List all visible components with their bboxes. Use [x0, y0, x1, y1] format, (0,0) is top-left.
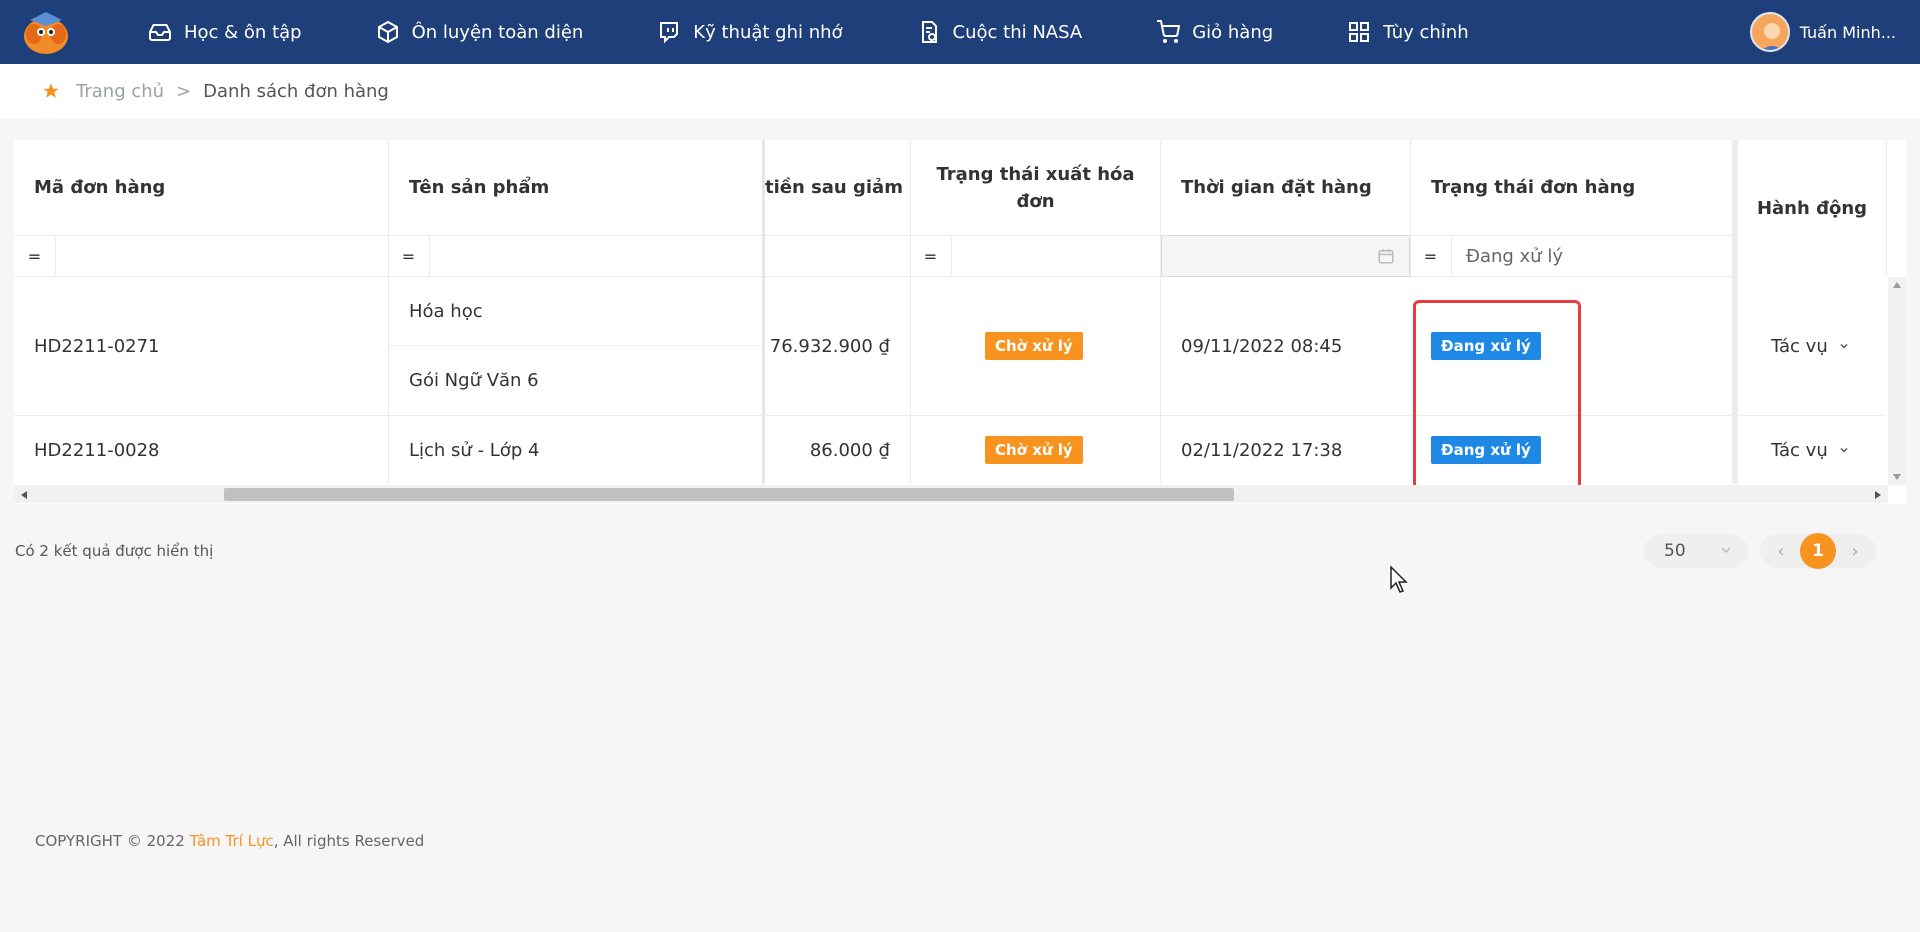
- nav-item-label: Giỏ hàng: [1192, 21, 1274, 43]
- current-page-button[interactable]: 1: [1800, 533, 1836, 569]
- row1-order-time: 09/11/2022 08:45: [1181, 335, 1343, 357]
- scroll-right-icon[interactable]: [1874, 490, 1882, 500]
- action-label: Tác vụ: [1771, 439, 1828, 461]
- header-invoice-status: Trạng thái xuất hóa đơn: [911, 140, 1160, 235]
- logo-icon[interactable]: [20, 8, 72, 56]
- row2-order-time: 02/11/2022 17:38: [1181, 439, 1343, 461]
- footer-copyright: COPYRIGHT © 2022 Tâm Trí Lực, All rights…: [35, 832, 424, 850]
- next-page-button[interactable]: ›: [1840, 536, 1870, 566]
- nav-item-label: Học & ôn tập: [184, 21, 302, 43]
- header-order-time: Thời gian đặt hàng: [1181, 177, 1372, 198]
- row1-product-1: Hóa học: [409, 300, 483, 322]
- mouse-cursor-icon: [1390, 566, 1408, 593]
- nav-item-label: Tùy chỉnh: [1383, 21, 1469, 43]
- grid-icon: [1349, 22, 1370, 42]
- filter-order-time-date[interactable]: [1161, 235, 1410, 277]
- box-icon: [377, 20, 398, 44]
- row1-product-2: Gói Ngữ Văn 6: [409, 369, 539, 391]
- filter-operator[interactable]: =: [1410, 236, 1452, 276]
- nav-item-tuy-chinh[interactable]: Tùy chỉnh: [1347, 20, 1469, 44]
- row1-amount: 76.932.900 ₫: [769, 335, 890, 357]
- row2-order-code: HD2211-0028: [34, 439, 160, 461]
- row2-invoice-status-badge: Chờ xử lý: [985, 436, 1083, 464]
- user-menu[interactable]: Tuấn Minh...: [1749, 12, 1896, 52]
- filter-operator[interactable]: =: [14, 236, 56, 276]
- chevron-down-icon: [1840, 447, 1848, 453]
- document-icon: [921, 21, 937, 43]
- nav-item-label: Kỹ thuật ghi nhớ: [693, 21, 843, 43]
- chevron-down-icon: [1721, 547, 1731, 553]
- page-nav: ‹ 1 ›: [1760, 533, 1876, 569]
- chevron-down-icon: [1840, 343, 1848, 349]
- avatar: [1749, 12, 1790, 52]
- cart-icon: [1157, 20, 1181, 43]
- action-label: Tác vụ: [1771, 335, 1828, 357]
- star-icon: [43, 83, 59, 98]
- row1-action-dropdown[interactable]: Tác vụ: [1771, 277, 1850, 415]
- filter-product: =: [388, 235, 762, 277]
- footer-prefix: COPYRIGHT © 2022: [35, 832, 190, 850]
- orders-table: Mã đơn hàng Tên sản phẩm tiền sau giảm T…: [14, 140, 1906, 504]
- row1-order-code: HD2211-0271: [34, 335, 160, 357]
- page-size-value: 50: [1664, 541, 1686, 561]
- row2-action-dropdown[interactable]: Tác vụ: [1771, 416, 1850, 484]
- col-divider: [388, 140, 389, 484]
- header-invoice-status-line1: Trạng thái xuất hóa: [936, 163, 1135, 185]
- row-divider: [14, 415, 1886, 416]
- user-name: Tuấn Minh...: [1799, 22, 1896, 42]
- footer-brand-link[interactable]: Tâm Trí Lực: [190, 832, 274, 850]
- scroll-left-icon[interactable]: [20, 490, 28, 500]
- row1-invoice-status-badge: Chờ xử lý: [985, 332, 1083, 360]
- pagination: 50 ‹ 1 ›: [1644, 533, 1876, 569]
- header-product: Tên sản phẩm: [409, 177, 550, 198]
- filter-invoice-status: =: [910, 235, 1160, 277]
- page-size-select[interactable]: 50: [1644, 534, 1748, 568]
- col-divider: [1160, 140, 1161, 484]
- nav-item-on-luyen[interactable]: Ôn luyện toàn diện: [376, 20, 584, 44]
- header-order-code: Mã đơn hàng: [34, 177, 166, 198]
- scroll-up-icon[interactable]: [1892, 281, 1902, 289]
- nav-item-label: Ôn luyện toàn diện: [411, 21, 584, 43]
- calendar-icon[interactable]: [1377, 247, 1395, 265]
- top-navbar: Học & ôn tập Ôn luyện toàn diện Kỹ thuật…: [0, 0, 1920, 64]
- header-action: Hành động: [1756, 198, 1868, 219]
- header-invoice-status-line2: đơn: [1016, 190, 1055, 212]
- footer-suffix: , All rights Reserved: [273, 832, 425, 850]
- twitch-icon: [660, 22, 679, 44]
- breadcrumb-home-link[interactable]: Trang chủ: [76, 81, 164, 102]
- vertical-scrollbar[interactable]: [1888, 277, 1906, 485]
- breadcrumb-current: Danh sách đơn hàng: [203, 80, 389, 102]
- scroll-thumb[interactable]: [224, 488, 1234, 501]
- order-status-highlight: [1413, 300, 1581, 490]
- horizontal-scrollbar[interactable]: [14, 485, 1888, 503]
- breadcrumb: Trang chủ > Danh sách đơn hàng: [0, 64, 1920, 118]
- row2-amount: 86.000 ₫: [809, 439, 890, 461]
- nav-item-label: Cuộc thi NASA: [952, 21, 1083, 43]
- nav-item-hoc-on-tap[interactable]: Học & ôn tập: [148, 20, 302, 44]
- nav-item-ky-thuat[interactable]: Kỹ thuật ghi nhớ: [657, 20, 843, 44]
- prev-page-button[interactable]: ‹: [1766, 536, 1796, 566]
- filter-operator[interactable]: =: [388, 236, 430, 276]
- nav-item-gio-hang[interactable]: Giỏ hàng: [1156, 20, 1273, 44]
- inbox-icon: [149, 24, 171, 41]
- filter-amount[interactable]: [765, 235, 910, 277]
- row2-product-1: Lịch sử - Lớp 4: [409, 439, 540, 461]
- filter-order-status-input[interactable]: Đang xử lý: [1466, 246, 1563, 267]
- scroll-down-icon[interactable]: [1892, 473, 1902, 481]
- results-count: Có 2 kết quả được hiển thị: [15, 542, 214, 560]
- filter-order-code: =: [14, 235, 388, 277]
- filter-order-status: = Đang xử lý: [1410, 235, 1732, 277]
- filter-operator[interactable]: =: [910, 236, 952, 276]
- col-divider: [1886, 140, 1887, 277]
- header-amount: tiền sau giảm: [765, 177, 903, 198]
- header-order-status: Trạng thái đơn hàng: [1431, 177, 1636, 198]
- breadcrumb-separator: >: [176, 80, 192, 102]
- nav-item-cuoc-thi[interactable]: Cuộc thi NASA: [917, 20, 1083, 44]
